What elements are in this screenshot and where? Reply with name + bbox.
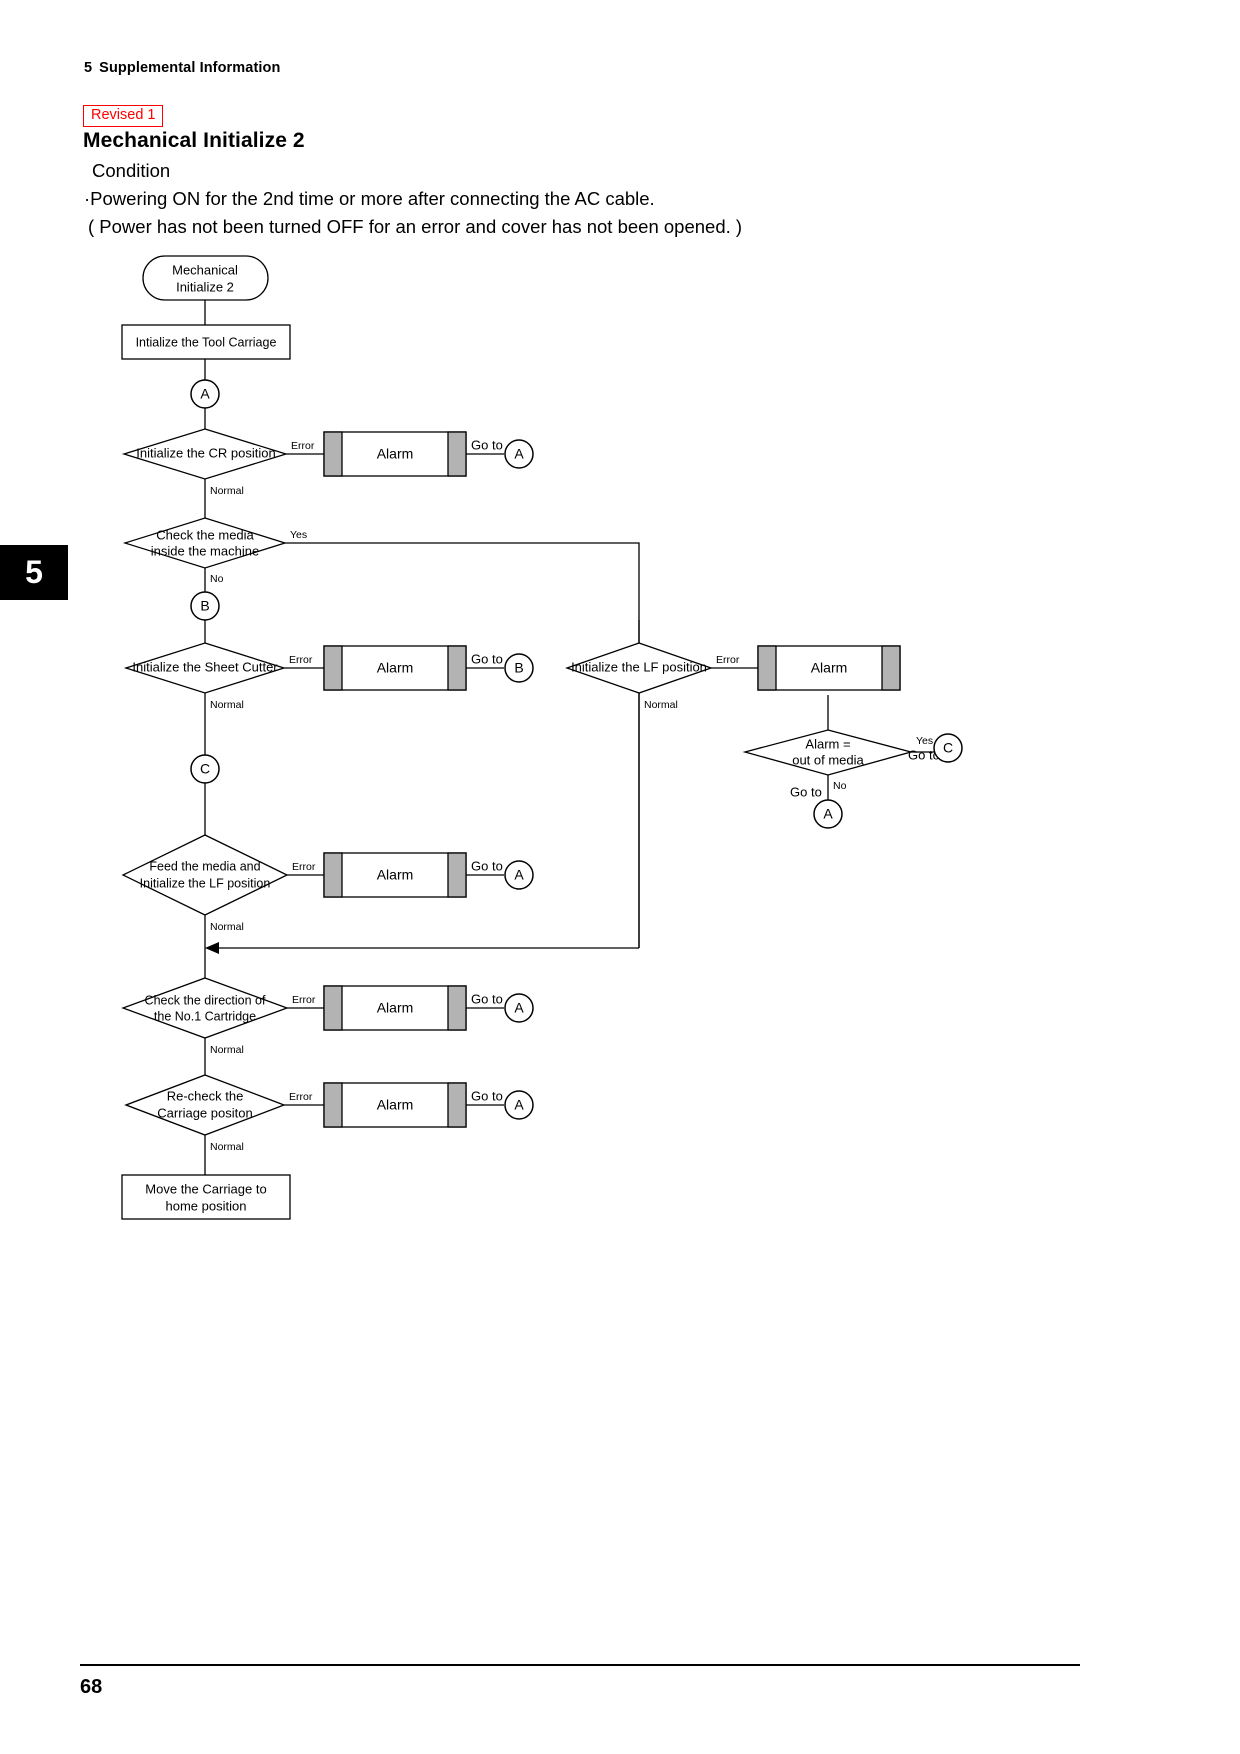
flow-connector-goto-a-1: A xyxy=(504,439,534,469)
decision-cr-label: Initialize the CR position xyxy=(136,445,275,460)
goto-label-no-a: Go to xyxy=(790,784,822,799)
header-chapter-number: 5 xyxy=(84,60,93,76)
goto-label-5: Go to xyxy=(471,1088,503,1103)
edge-label-normal-3: Normal xyxy=(210,921,244,933)
alarm-5-label: Alarm xyxy=(377,1097,414,1113)
edge-label-no-1: No xyxy=(210,573,224,585)
condition-line-1: ·Powering ON for the 2nd time or more af… xyxy=(84,188,655,209)
document-page: 5 Supplemental Information Revised 1 Mech… xyxy=(0,0,1240,1754)
decision-media-line-2: inside the machine xyxy=(151,543,259,558)
decision-outmedia-line-1: Alarm = xyxy=(805,736,850,751)
alarm-right-label: Alarm xyxy=(811,660,848,676)
flow-decision-lf-position: Initialize the LF position xyxy=(565,642,713,694)
flow-decision-cr-position: Initialize the CR position xyxy=(121,428,289,480)
process-bottom-line-2: home position xyxy=(166,1198,247,1213)
alarm-3-label: Alarm xyxy=(377,867,414,883)
flow-connector-a-top: A xyxy=(190,379,220,409)
decision-recheck-line-2: Carriage positon xyxy=(157,1105,252,1120)
flow-alarm-1: Alarm xyxy=(323,431,467,477)
condition-line-2: ( Power has not been turned OFF for an e… xyxy=(88,216,743,237)
flow-decision-check-media: Check the media inside the machine xyxy=(122,517,288,569)
page-number: 68 xyxy=(80,1676,103,1698)
decision-cutter-label: Initialize the Sheet Cutter xyxy=(132,659,278,674)
terminator-line-1: Mechanical xyxy=(172,262,238,277)
revised-badge: Revised 1 xyxy=(83,105,164,128)
connector-c-label: C xyxy=(200,761,210,777)
decision-cartridge-line-2: the No.1 Cartridge xyxy=(154,1009,256,1023)
flow-connector-goto-a-4: A xyxy=(504,993,534,1023)
goto-label-4: Go to xyxy=(471,991,503,1006)
flow-connector-goto-c: C xyxy=(933,733,963,763)
flow-connector-goto-b: B xyxy=(504,653,534,683)
edge-label-error-1: Error xyxy=(291,440,315,452)
alarm-1-label: Alarm xyxy=(377,446,414,462)
decision-lf-label: Initialize the LF position xyxy=(571,659,707,674)
flow-alarm-2: Alarm xyxy=(323,645,467,691)
decision-media-line-1: Check the media xyxy=(156,527,254,542)
edge-label-error-6: Error xyxy=(716,654,740,666)
edge-label-normal-2: Normal xyxy=(210,699,244,711)
connector-a-top-label: A xyxy=(200,386,210,402)
page-title: Mechanical Initialize 2 xyxy=(83,129,305,152)
decision-feed-line-2: Initialize the LF position xyxy=(140,876,271,890)
flow-process-tool-carriage: Intialize the Tool Carriage xyxy=(121,324,291,360)
flow-decision-cartridge: Check the direction of the No.1 Cartridg… xyxy=(121,977,289,1039)
flow-decision-sheet-cutter: Initialize the Sheet Cutter xyxy=(123,642,287,694)
goto-target-1: A xyxy=(514,446,524,462)
edge-label-yes-2: Yes xyxy=(916,735,933,747)
header-chapter-title: Supplemental Information xyxy=(99,60,281,76)
goto-label-1: Go to xyxy=(471,437,503,452)
flow-terminator: Mechanical Initialize 2 xyxy=(142,255,269,301)
edge-label-error-3: Error xyxy=(292,861,316,873)
edge-label-error-2: Error xyxy=(289,654,313,666)
flow-connector-goto-a-3: A xyxy=(504,860,534,890)
flow-alarm-4: Alarm xyxy=(323,985,467,1031)
running-header: 5 Supplemental Information xyxy=(84,60,280,76)
edge-label-normal-6: Normal xyxy=(644,699,678,711)
edge-label-no-2: No xyxy=(833,780,847,792)
edge-label-normal-5: Normal xyxy=(210,1141,244,1153)
flow-alarm-right: Alarm xyxy=(757,645,901,691)
goto-label-2: Go to xyxy=(471,651,503,666)
decision-outmedia-line-2: out of media xyxy=(792,752,864,767)
flow-decision-out-of-media: Alarm = out of media xyxy=(742,729,914,776)
decision-cartridge-line-1: Check the direction of xyxy=(145,993,266,1007)
process-bottom-line-1: Move the Carriage to xyxy=(145,1181,266,1196)
goto-target-c: C xyxy=(943,740,953,756)
edge-label-normal-1: Normal xyxy=(210,485,244,497)
flow-decision-recheck-carriage: Re-check the Carriage positon xyxy=(124,1074,286,1136)
goto-target-4: A xyxy=(514,1000,524,1016)
goto-target-5: A xyxy=(514,1097,524,1113)
goto-target-3: A xyxy=(514,867,524,883)
process-top-label: Intialize the Tool Carriage xyxy=(136,335,277,349)
flow-alarm-5: Alarm xyxy=(323,1082,467,1128)
flow-decision-feed-media: Feed the media and Initialize the LF pos… xyxy=(121,834,289,916)
condition-label: Condition xyxy=(92,160,171,181)
flow-process-move-carriage: Move the Carriage to home position xyxy=(121,1174,291,1220)
goto-target-a-media: A xyxy=(823,806,833,822)
footer-divider xyxy=(80,1664,1080,1666)
flow-connector-goto-a-media: A xyxy=(813,799,843,829)
connector-b-label: B xyxy=(200,598,209,614)
flowchart: Mechanical Initialize 2 Intialize the To… xyxy=(0,240,1240,1250)
alarm-4-label: Alarm xyxy=(377,1000,414,1016)
flow-connector-goto-a-5: A xyxy=(504,1090,534,1120)
edge-label-error-5: Error xyxy=(289,1091,313,1103)
terminator-line-2: Initialize 2 xyxy=(176,279,234,294)
goto-target-2: B xyxy=(514,660,523,676)
edge-label-normal-4: Normal xyxy=(210,1044,244,1056)
edge-label-yes-1: Yes xyxy=(290,529,307,541)
flow-connector-b: B xyxy=(190,591,220,621)
flow-alarm-3: Alarm xyxy=(323,852,467,898)
decision-recheck-line-1: Re-check the xyxy=(167,1088,244,1103)
alarm-2-label: Alarm xyxy=(377,660,414,676)
edge-label-error-4: Error xyxy=(292,994,316,1006)
goto-label-3: Go to xyxy=(471,858,503,873)
decision-feed-line-1: Feed the media and xyxy=(149,859,260,873)
flow-connector-c: C xyxy=(190,754,220,784)
